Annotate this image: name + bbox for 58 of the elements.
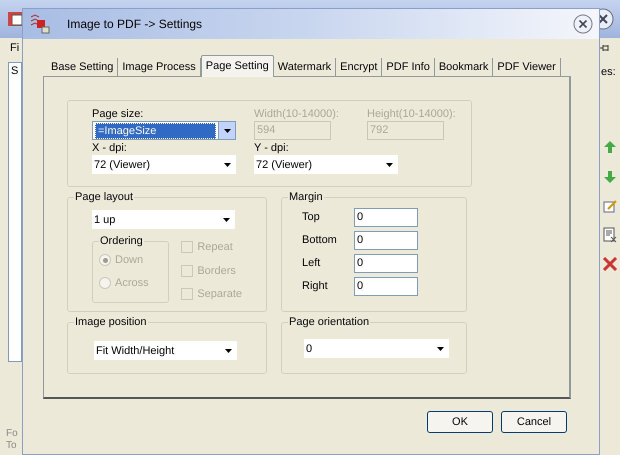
up-arrow-icon[interactable] [604,140,616,152]
menu-item[interactable]: Fi [10,40,20,56]
dropdown[interactable]: Fit Width/Height [94,341,237,360]
dropdown-value: 72 (Viewer) [255,158,314,172]
side-label: es: [601,65,616,80]
dropdown[interactable]: 1 up [92,210,235,229]
field-label: Y - dpi: [254,141,290,155]
delete-icon[interactable] [603,256,617,270]
group-title: Page layout [74,190,134,204]
dropdown-value: 72 (Viewer) [93,158,152,172]
group-title: Page orientation [288,315,370,329]
close-icon[interactable] [573,14,593,34]
dropdown-value: 0 [305,342,314,356]
footer-label: Fo [6,428,18,440]
delete-document-icon[interactable] [603,226,617,242]
dropdown[interactable]: =ImageSize [92,121,236,140]
margin-field[interactable]: 0 [354,254,418,273]
footer-label: To [6,440,18,452]
margin-field[interactable]: 0 [354,277,418,296]
group-title: Ordering [99,234,144,248]
dropdown[interactable]: 72 (Viewer) [92,155,236,174]
dropdown-value: Fit Width/Height [95,344,176,358]
dialog-button[interactable]: Cancel [501,411,567,433]
radio-label: Across [115,276,149,290]
field-label: Left [302,256,322,272]
field-label: Page size: [92,107,144,121]
checkbox-label: Repeat [197,240,233,255]
edit-icon[interactable] [603,198,617,212]
pin-icon[interactable] [598,42,610,54]
field-label: Top [302,210,321,226]
margin-field[interactable]: 0 [354,231,418,250]
dropdown-value: 1 up [93,212,116,226]
radio-label: Down [115,253,144,268]
caret-icon [223,218,230,222]
field-label: Height(10-14000): [367,107,456,121]
app-icon [29,13,51,35]
caret-icon [437,346,444,350]
dropdown-value: =ImageSize [95,122,216,138]
down-arrow-icon[interactable] [604,170,616,182]
field-label: Bottom [302,233,338,248]
checkbox-label: Separate [197,287,242,302]
dropdown[interactable]: 72 (Viewer) [254,155,398,174]
dialog-button[interactable]: OK [427,411,493,433]
field-label: Right [302,279,329,294]
margin-field[interactable]: 0 [354,208,418,227]
dropdown[interactable]: 0 [304,339,449,358]
group-title: Image position [74,315,148,329]
caret-icon [224,162,231,166]
tab[interactable]: Page Setting [200,55,274,77]
field-label: Width(10-14000): [254,107,339,121]
caret-icon [224,128,230,132]
caret-icon [225,348,232,352]
checkbox-label: Borders [197,264,236,278]
group-title: Margin [288,190,324,204]
dialog-title: Image to PDF -> Settings [67,16,204,33]
field-label: X - dpi: [92,141,128,155]
caret-icon [386,162,393,166]
list-panel: S [8,62,22,362]
